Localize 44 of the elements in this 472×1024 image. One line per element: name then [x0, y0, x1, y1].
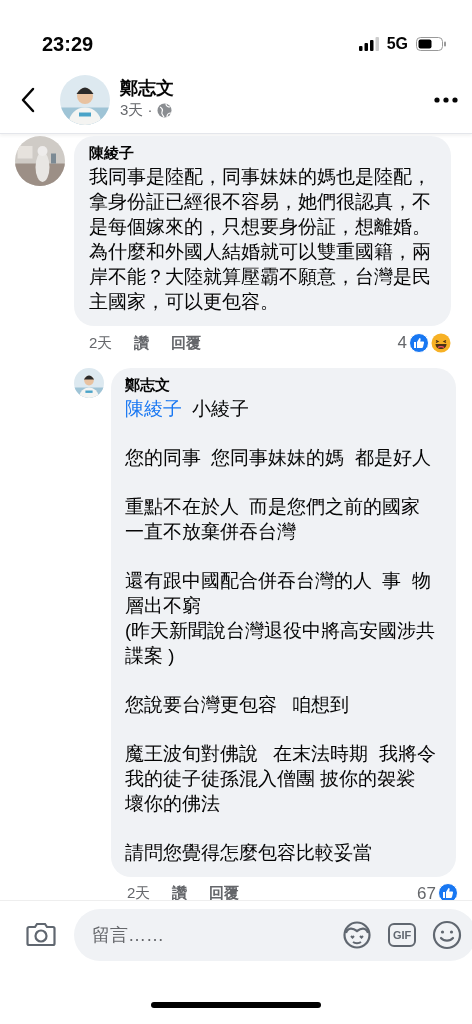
reply-text: 請問您覺得怎麼包容比較妥當	[125, 840, 373, 865]
comment-text: 為什麼和外國人結婚就可以雙重國籍，兩	[89, 240, 432, 264]
reply-text: 您的同事 您同事妹妹的媽 都是好人	[125, 445, 432, 470]
gif-button[interactable]: GIF	[388, 923, 417, 947]
reply-text: (昨天新聞說台灣退役中將高安國涉共	[125, 618, 437, 643]
network-label: 5G	[386, 34, 408, 54]
reaction-count: 67	[417, 882, 436, 900]
commenter-name[interactable]: 鄭志文	[125, 373, 446, 396]
camera-icon[interactable]	[26, 922, 56, 948]
signal-icon	[358, 37, 379, 51]
reply-text: 諜案 )	[125, 643, 176, 668]
comment-text: 我同事是陸配，同事妹妹的媽也是陸配，	[89, 165, 432, 189]
reply-text: 小綾子	[192, 397, 250, 419]
reply-text: 我的徒子徒孫混入僧團 披你的袈裟	[125, 766, 417, 791]
reply-text: 魔王波旬對佛說 在末法時期 我將令	[125, 741, 437, 766]
comment-time: 2天	[89, 332, 113, 353]
comment-text: 是每個嫁來的，只想要身份証，想離婚。	[89, 215, 432, 239]
reply-text: 壞你的佛法	[125, 791, 221, 816]
battery-icon	[416, 37, 446, 51]
reaction-count: 4	[397, 332, 407, 354]
reply-link[interactable]: 回覆	[171, 331, 202, 354]
reply-text: 您說要台灣更包容 咱想到	[125, 692, 351, 717]
reply-link[interactable]: 回覆	[209, 882, 240, 900]
commenter-name[interactable]: 陳綾子	[89, 142, 437, 164]
globe-icon	[156, 103, 172, 118]
clock-time: 23:29	[42, 32, 94, 57]
reply-text: 重點不在於人 而是您們之前的國家	[125, 494, 422, 519]
like-link[interactable]: 讚	[134, 331, 150, 354]
comment-text: 主國家，可以更包容。	[89, 290, 280, 314]
reply-text: 層出不窮	[125, 593, 202, 618]
comment-field[interactable]: 留言…… GIF	[74, 909, 472, 961]
comment-text: 拿身份証已經很不容易，她們很認真，不	[89, 190, 432, 214]
comment-text: 岸不能？大陸就算壓霸不願意，台灣是民	[89, 265, 432, 289]
mention-link[interactable]: 陳綾子	[125, 397, 182, 419]
emoji-icon[interactable]	[432, 920, 463, 950]
avatar-sticker-icon[interactable]	[342, 921, 372, 949]
author-name[interactable]: 鄭志文	[120, 77, 174, 100]
reply-text: 還有跟中國配合併吞台灣的人 事 物	[125, 568, 432, 593]
comment-time: 2天	[127, 883, 151, 900]
post-time: 3天 ·	[120, 100, 153, 121]
like-link[interactable]: 讚	[172, 882, 188, 900]
reply-text: 一直不放棄併吞台灣	[125, 519, 297, 544]
back-icon[interactable]	[20, 86, 36, 113]
more-icon[interactable]	[434, 96, 458, 103]
